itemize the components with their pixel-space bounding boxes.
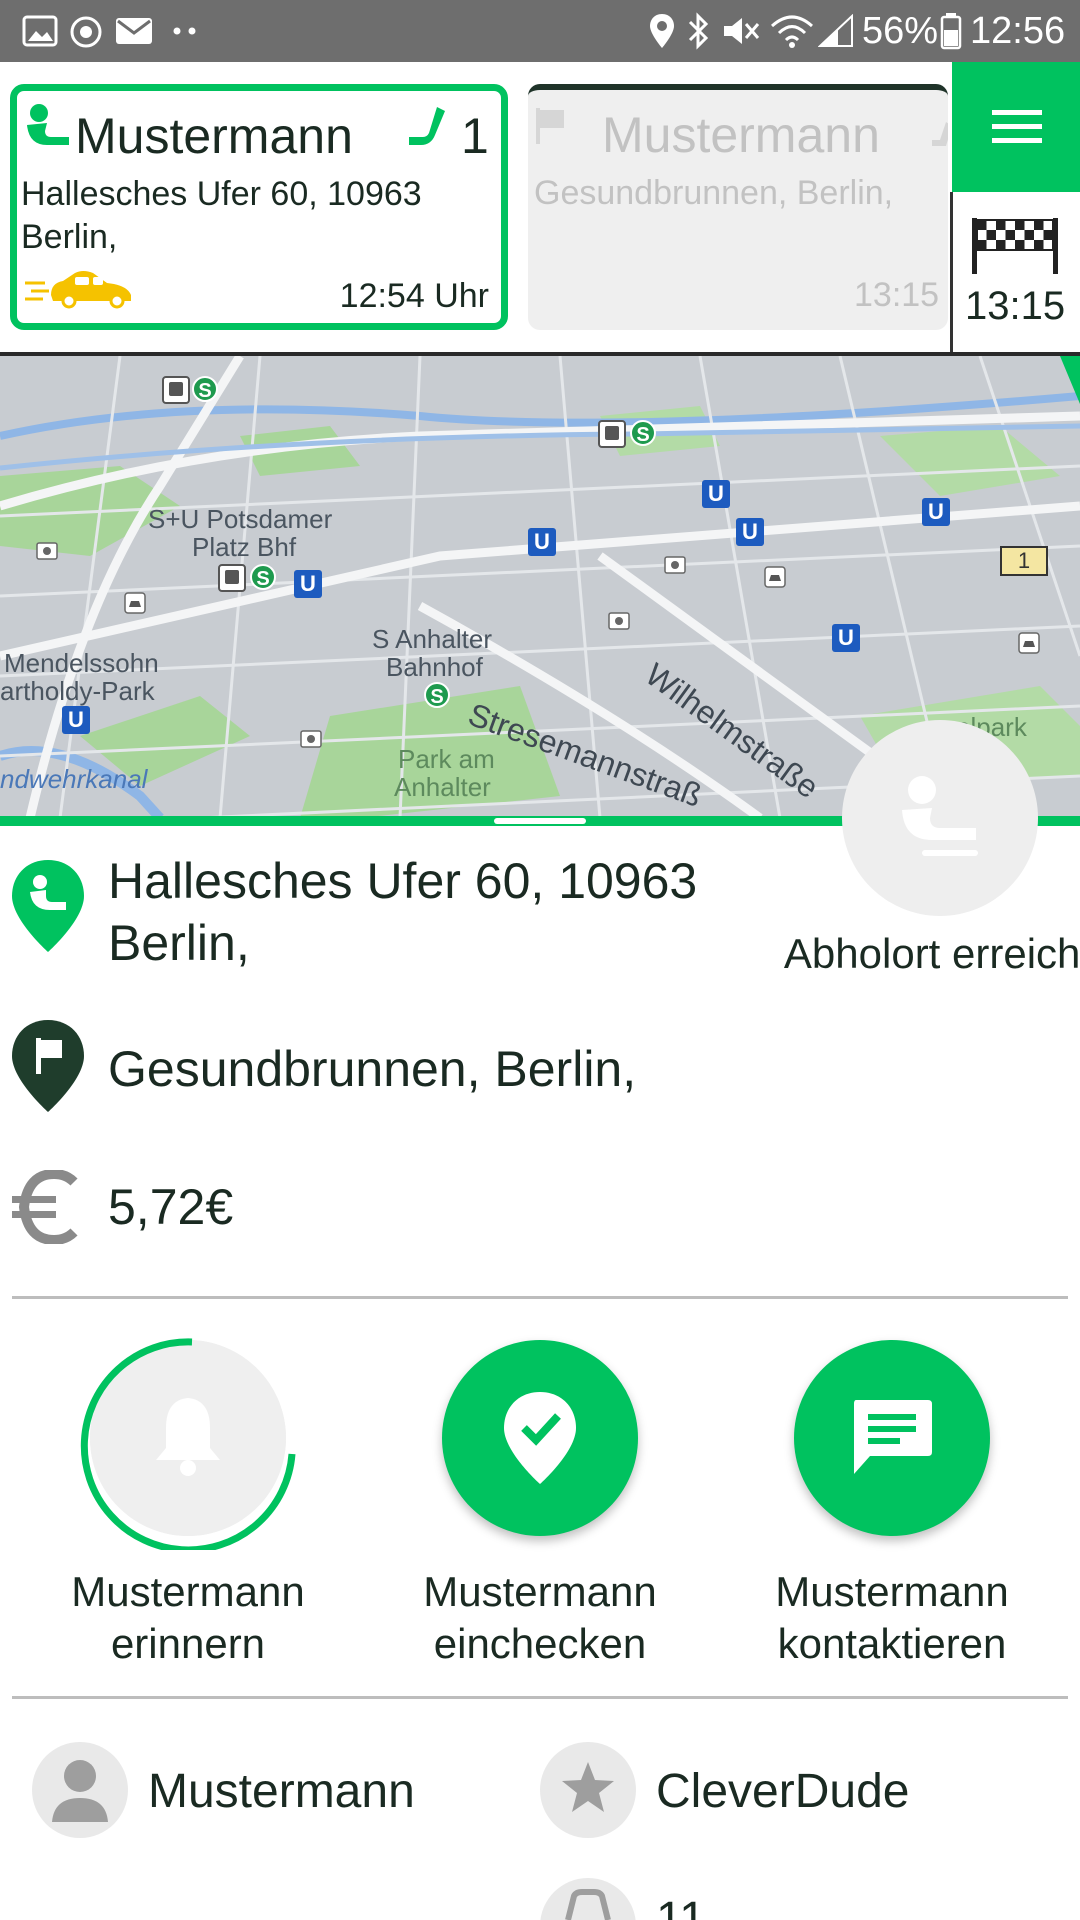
card-next-name: Mustermann [602,107,880,163]
flag-icon [536,108,564,144]
ride-card-active[interactable]: Mustermann 1 Hallesches Ufer 60, 10963 B… [10,84,508,330]
checkin-label-line1: Mustermann [423,1568,657,1615]
gallery-icon [22,15,58,47]
map-label-park: Park am [398,744,495,774]
map-label-park-2: Anhalter [394,772,491,802]
ubahn-badge: U [832,624,860,652]
map-label-potsdamer-2: Platz Bhf [192,532,297,562]
price: 5,72€ [108,1179,234,1235]
hamburger-icon [992,110,1042,143]
seat-icon [932,122,948,146]
sbahn-badge: S [630,420,656,446]
ubahn-badge: U [702,480,730,508]
passenger-avatar [32,1742,128,1838]
wifi-icon [770,15,814,48]
mail-icon [116,18,152,44]
ubahn-badge: U [528,528,556,556]
map-drag-handle[interactable] [494,818,586,824]
map-label-mendelssohn-2: artholdy-Park [0,676,155,706]
contact-button[interactable] [794,1340,990,1536]
finish-flag-icon [972,218,1058,274]
remind-label-line1: Mustermann [71,1568,305,1615]
camera-icon [664,556,686,574]
finish-panel[interactable]: 13:15 [950,192,1080,352]
ride-card-next[interactable]: Mustermann Gesundbrunnen, Berlin, 13:15 [528,84,948,330]
card-pickup-time: 12:54 Uhr [339,277,489,315]
pickup-pin-icon [12,860,84,952]
divider-top [12,1296,1068,1299]
more-notifications-icon [173,27,196,35]
battery-icon [940,13,962,50]
pickup-reached-label: Abholort erreicht [783,930,1080,977]
countdown-progress-ring [80,1338,296,1550]
signal-icon [818,14,853,47]
taxi-stand-icon [764,566,786,588]
car-icon [565,1889,611,1920]
fast-car-icon [25,271,131,309]
train-station-icon [598,420,626,448]
checkin-label: Mustermann einchecken [375,1566,705,1670]
euro-icon [12,1170,78,1244]
taxi-stand-icon [124,592,146,614]
map-label-landwehrkanal: ndwehrkanal [0,764,148,794]
pickup-reached-button[interactable] [842,720,1038,916]
sbahn-badge: S [250,564,276,590]
train-station-icon [218,564,246,592]
person-icon [52,1760,108,1822]
map-label-anhalter: S Anhalter [372,624,492,654]
sbahn-badge: S [192,376,218,402]
car-avatar [540,1878,636,1920]
card-next-time: 13:15 [854,276,940,314]
destination-pin-icon [12,1020,84,1112]
checkin-label-line2: einchecken [433,1620,647,1667]
driver-rating-avatar [540,1742,636,1838]
pickup-address: Hallesches Ufer 60, 10963 Berlin, [108,853,698,971]
divider-bottom [12,1696,1068,1699]
clock: 12:56 [970,10,1066,52]
card-seat-count: 1 [461,108,489,164]
camera-icon [300,730,322,748]
passenger-icon [27,104,69,145]
camera-icon [608,612,630,630]
location-icon [650,14,674,48]
card-pickup-address: Hallesches Ufer 60, 10963 Berlin, [21,175,422,256]
contact-label-line2: kontaktieren [777,1620,1007,1667]
chat-icon [854,1400,932,1474]
checkin-pin-icon [504,1392,576,1484]
sbahn-badge: S [424,682,450,708]
mute-icon [724,18,760,44]
seat-icon [409,107,445,145]
battery-percent: 56% [862,10,939,52]
train-station-icon [162,376,190,404]
ubahn-badge: U [922,498,950,526]
taxi-stand-icon [1018,632,1040,654]
map-label-potsdamer: S+U Potsdamer [148,504,333,534]
destination-address: Gesundbrunnen, Berlin, [108,1041,637,1097]
passenger-name: Mustermann [148,1765,415,1818]
map-label-anhalter-2: Bahnhof [386,652,483,682]
ubahn-badge: U [294,570,322,598]
ubahn-badge: U [736,518,764,546]
remind-label-line2: erinnern [110,1620,266,1667]
finish-time: 13:15 [965,284,1066,328]
camera-icon [36,542,58,560]
ubahn-badge: U [62,706,90,734]
passenger-seat-icon [902,776,978,856]
car-number: 11 [656,1893,706,1920]
contact-label-line1: Mustermann [775,1568,1009,1615]
card-passenger-name: Mustermann [75,108,353,164]
road-number-badge: 1 [1000,546,1048,576]
contact-label: Mustermann kontaktieren [727,1566,1057,1670]
status-bar: 56% 12:56 [0,0,1080,62]
remind-label: Mustermann erinnern [23,1566,353,1670]
bluetooth-icon [688,12,709,50]
checkin-button[interactable] [442,1340,638,1536]
card-destination-address: Gesundbrunnen, Berlin, [534,174,894,212]
menu-button[interactable] [952,62,1080,192]
driver-name: CleverDude [656,1765,910,1818]
sync-icon [70,16,102,48]
star-icon [562,1762,614,1812]
map-label-mendelssohn: Mendelssohn [4,648,159,678]
